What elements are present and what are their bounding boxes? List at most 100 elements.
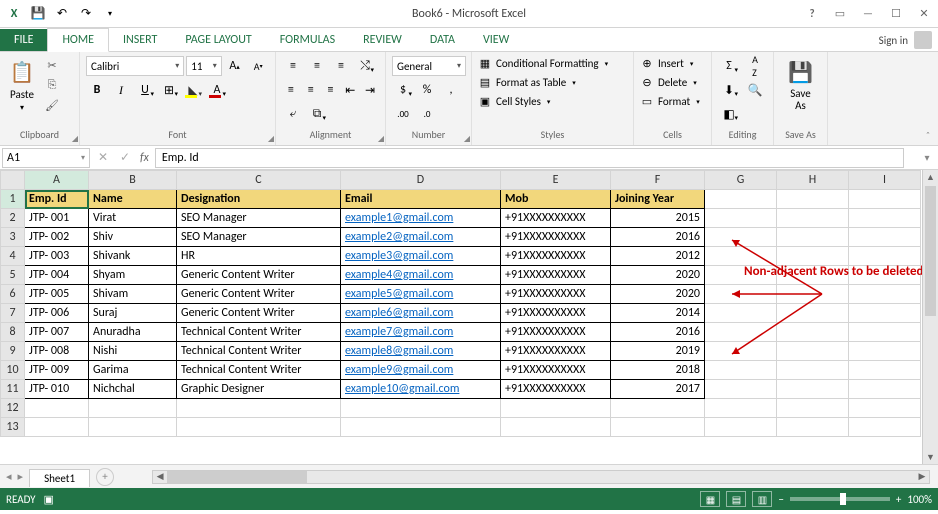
cell-E11[interactable]: +91XXXXXXXXXX <box>501 380 611 399</box>
clear-icon[interactable]: ◧▾ <box>718 104 740 124</box>
cell-styles-button[interactable]: ▣Cell Styles▾ <box>478 94 627 109</box>
row-header-13[interactable]: 13 <box>1 418 25 437</box>
col-header-F[interactable]: F <box>611 171 705 190</box>
cell-A10[interactable]: JTP- 009 <box>25 361 89 380</box>
col-header-D[interactable]: D <box>341 171 501 190</box>
redo-icon[interactable]: ↷ <box>76 4 96 24</box>
merge-center-icon[interactable]: ⧉▾ <box>306 104 328 124</box>
cell-D1[interactable]: Email <box>341 190 501 209</box>
cell-F4[interactable]: 2012 <box>611 247 705 266</box>
cell-D10[interactable]: example9@gmail.com <box>341 361 501 380</box>
cell-B7[interactable]: Suraj <box>89 304 177 323</box>
cell-C11[interactable]: Graphic Designer <box>177 380 341 399</box>
cell-D11[interactable]: example10@gmail.com <box>341 380 501 399</box>
row-header-3[interactable]: 3 <box>1 228 25 247</box>
cell-A13[interactable] <box>25 418 89 437</box>
expand-formula-bar-icon[interactable]: ▾ <box>920 151 934 165</box>
page-break-view-icon[interactable]: ▥ <box>752 491 772 507</box>
minimize-icon[interactable]: — <box>854 2 882 26</box>
avatar-icon[interactable] <box>914 31 932 49</box>
cell-H5[interactable] <box>777 266 849 285</box>
cell-A11[interactable]: JTP- 010 <box>25 380 89 399</box>
cell-E8[interactable]: +91XXXXXXXXXX <box>501 323 611 342</box>
cell-I11[interactable] <box>849 380 921 399</box>
cell-F9[interactable]: 2019 <box>611 342 705 361</box>
zoom-out-icon[interactable]: − <box>778 493 783 506</box>
tab-home[interactable]: HOME <box>47 28 109 52</box>
row-header-4[interactable]: 4 <box>1 247 25 266</box>
cell-E13[interactable] <box>501 418 611 437</box>
cell-B10[interactable]: Garima <box>89 361 177 380</box>
cell-C5[interactable]: Generic Content Writer <box>177 266 341 285</box>
col-header-C[interactable]: C <box>177 171 341 190</box>
cell-B11[interactable]: Nichchal <box>89 380 177 399</box>
cell-E5[interactable]: +91XXXXXXXXXX <box>501 266 611 285</box>
cell-C9[interactable]: Technical Content Writer <box>177 342 341 361</box>
font-dialog-launcher[interactable]: ◢ <box>268 134 274 144</box>
scroll-left-icon[interactable]: ◀ <box>153 471 167 483</box>
decrease-indent-icon[interactable]: ⇤ <box>341 80 359 100</box>
insert-cells-button[interactable]: ⊕Insert▾ <box>640 56 705 71</box>
cell-H2[interactable] <box>777 209 849 228</box>
cell-H8[interactable] <box>777 323 849 342</box>
cell-E10[interactable]: +91XXXXXXXXXX <box>501 361 611 380</box>
cell-F7[interactable]: 2014 <box>611 304 705 323</box>
cell-F6[interactable]: 2020 <box>611 285 705 304</box>
wrap-text-icon[interactable]: ⤶ <box>282 104 304 124</box>
cell-D4[interactable]: example3@gmail.com <box>341 247 501 266</box>
cell-I2[interactable] <box>849 209 921 228</box>
font-name-select[interactable]: Calibri▾ <box>86 56 184 76</box>
cell-G11[interactable] <box>705 380 777 399</box>
cell-B12[interactable] <box>89 399 177 418</box>
cell-C6[interactable]: Generic Content Writer <box>177 285 341 304</box>
cell-E7[interactable]: +91XXXXXXXXXX <box>501 304 611 323</box>
alignment-dialog-launcher[interactable]: ◢ <box>378 134 384 144</box>
cell-A2[interactable]: JTP- 001 <box>25 209 89 228</box>
cell-G1[interactable] <box>705 190 777 209</box>
number-dialog-launcher[interactable]: ◢ <box>464 134 470 144</box>
comma-format-icon[interactable]: , <box>440 80 462 100</box>
sheet-nav[interactable]: ◂▸ <box>0 470 29 483</box>
cell-C2[interactable]: SEO Manager <box>177 209 341 228</box>
hscroll-thumb[interactable] <box>167 471 307 483</box>
clipboard-dialog-launcher[interactable]: ◢ <box>72 134 78 144</box>
conditional-formatting-button[interactable]: ▦Conditional Formatting▾ <box>478 56 627 71</box>
sheet-tab-1[interactable]: Sheet1 <box>29 469 90 487</box>
cell-B3[interactable]: Shiv <box>89 228 177 247</box>
cell-I5[interactable] <box>849 266 921 285</box>
cell-I4[interactable] <box>849 247 921 266</box>
percent-format-icon[interactable]: % <box>416 80 438 100</box>
cell-G12[interactable] <box>705 399 777 418</box>
maximize-icon[interactable]: ☐ <box>882 2 910 26</box>
align-right-icon[interactable]: ≡ <box>322 80 340 100</box>
cell-D13[interactable] <box>341 418 501 437</box>
cell-G5[interactable] <box>705 266 777 285</box>
cell-I3[interactable] <box>849 228 921 247</box>
scroll-right-icon[interactable]: ▶ <box>915 471 929 483</box>
cell-E2[interactable]: +91XXXXXXXXXX <box>501 209 611 228</box>
enter-formula-icon[interactable]: ✓ <box>114 148 136 168</box>
italic-button[interactable]: I <box>110 80 132 100</box>
cut-icon[interactable]: ✂ <box>42 56 62 74</box>
cell-G7[interactable] <box>705 304 777 323</box>
horizontal-scrollbar[interactable]: ◀ ▶ <box>152 470 930 484</box>
cell-C8[interactable]: Technical Content Writer <box>177 323 341 342</box>
cell-E4[interactable]: +91XXXXXXXXXX <box>501 247 611 266</box>
cell-G13[interactable] <box>705 418 777 437</box>
scroll-down-icon[interactable]: ▼ <box>923 450 938 464</box>
cell-C7[interactable]: Generic Content Writer <box>177 304 341 323</box>
close-icon[interactable]: ✕ <box>910 2 938 26</box>
cell-H6[interactable] <box>777 285 849 304</box>
cell-E1[interactable]: Mob <box>501 190 611 209</box>
number-format-select[interactable]: General▾ <box>392 56 466 76</box>
collapse-ribbon-icon[interactable]: ˆ <box>920 127 936 143</box>
cell-H4[interactable] <box>777 247 849 266</box>
tab-data[interactable]: DATA <box>416 29 469 51</box>
copy-icon[interactable]: ⎘ <box>42 76 62 94</box>
fx-icon[interactable]: fx <box>136 151 153 165</box>
cell-D8[interactable]: example7@gmail.com <box>341 323 501 342</box>
vertical-scrollbar[interactable]: ▲ ▼ <box>922 170 938 464</box>
cell-I12[interactable] <box>849 399 921 418</box>
qat-dropdown-icon[interactable]: ▾ <box>100 4 120 24</box>
cell-B5[interactable]: Shyam <box>89 266 177 285</box>
